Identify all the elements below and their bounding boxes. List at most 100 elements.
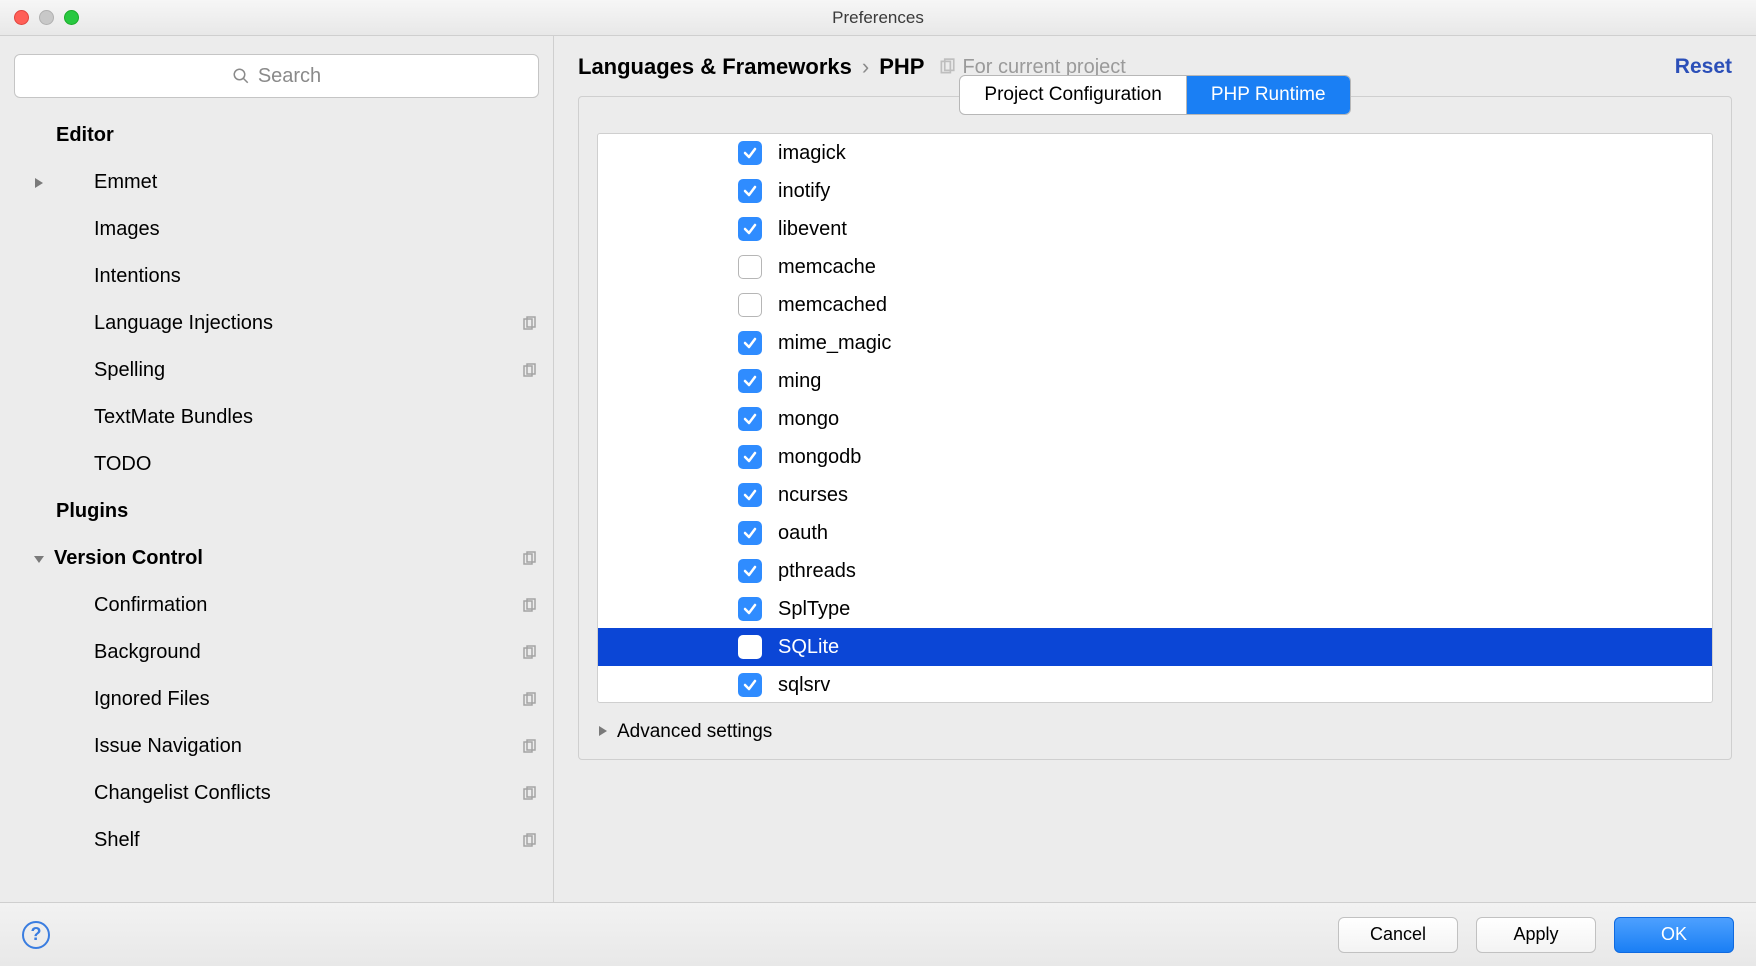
project-scope-icon xyxy=(521,316,537,332)
extension-row[interactable]: memcache xyxy=(598,248,1712,286)
checkbox[interactable] xyxy=(738,521,762,545)
checkbox[interactable] xyxy=(738,331,762,355)
extension-row[interactable]: inotify xyxy=(598,172,1712,210)
checkbox[interactable] xyxy=(738,293,762,317)
sidebar-header-version-control[interactable]: Version Control xyxy=(0,535,553,582)
advanced-settings-toggle[interactable]: Advanced settings xyxy=(579,715,1731,759)
footer: ? Cancel Apply OK xyxy=(0,902,1756,966)
checkbox[interactable] xyxy=(738,635,762,659)
extension-label: SQLite xyxy=(778,636,839,659)
extension-row[interactable]: mongodb xyxy=(598,438,1712,476)
extension-label: memcache xyxy=(778,256,876,279)
checkbox[interactable] xyxy=(738,255,762,279)
content-box: Project Configuration PHP Runtime imagic… xyxy=(578,96,1732,760)
project-scope-icon xyxy=(521,645,537,661)
extension-row[interactable]: SplType xyxy=(598,590,1712,628)
apply-button[interactable]: Apply xyxy=(1476,917,1596,953)
sidebar-item-label: Language Injections xyxy=(94,312,273,335)
project-scope-icon xyxy=(521,833,537,849)
sidebar-item-label: Version Control xyxy=(54,547,203,570)
sidebar-item-label: Ignored Files xyxy=(94,688,210,711)
extension-label: imagick xyxy=(778,142,846,165)
chevron-down-icon xyxy=(30,553,48,565)
extension-label: ming xyxy=(778,370,821,393)
sidebar-item-label: Emmet xyxy=(54,171,157,194)
project-scope-icon xyxy=(521,739,537,755)
sidebar-item-label: Changelist Conflicts xyxy=(94,782,271,805)
chevron-right-icon xyxy=(30,177,48,189)
extension-label: mongodb xyxy=(778,446,861,469)
checkbox[interactable] xyxy=(738,559,762,583)
extension-row[interactable]: memcached xyxy=(598,286,1712,324)
tab-php-runtime[interactable]: PHP Runtime xyxy=(1187,76,1350,114)
checkbox[interactable] xyxy=(738,673,762,697)
body-area: Search Editor Emmet Images Intentions La… xyxy=(0,36,1756,902)
sidebar-item-ignored-files[interactable]: Ignored Files xyxy=(0,676,553,723)
extension-row[interactable]: mime_magic xyxy=(598,324,1712,362)
extension-label: memcached xyxy=(778,294,887,317)
extension-row[interactable]: ming xyxy=(598,362,1712,400)
sidebar-item-intentions[interactable]: Intentions xyxy=(0,253,553,300)
sidebar-item-confirmation[interactable]: Confirmation xyxy=(0,582,553,629)
sidebar-item-issue-navigation[interactable]: Issue Navigation xyxy=(0,723,553,770)
extension-row[interactable]: ncurses xyxy=(598,476,1712,514)
sidebar-item-label: Spelling xyxy=(94,359,165,382)
extension-row[interactable]: pthreads xyxy=(598,552,1712,590)
main-panel: Languages & Frameworks › PHP For current… xyxy=(554,36,1756,902)
extension-row[interactable]: libevent xyxy=(598,210,1712,248)
chevron-right-icon xyxy=(597,721,609,743)
sidebar-item-images[interactable]: Images xyxy=(0,206,553,253)
extension-row[interactable]: oauth xyxy=(598,514,1712,552)
sidebar-item-label: Issue Navigation xyxy=(94,735,242,758)
extension-row[interactable]: mongo xyxy=(598,400,1712,438)
extension-row[interactable]: sqlsrv xyxy=(598,666,1712,703)
checkbox[interactable] xyxy=(738,445,762,469)
sidebar-item-label: TODO xyxy=(94,453,151,476)
sidebar-item-textmate-bundles[interactable]: TextMate Bundles xyxy=(0,394,553,441)
tab-segment: Project Configuration PHP Runtime xyxy=(959,75,1350,115)
extension-label: pthreads xyxy=(778,560,856,583)
sidebar-item-spelling[interactable]: Spelling xyxy=(0,347,553,394)
settings-tree: Editor Emmet Images Intentions Language … xyxy=(0,108,553,902)
project-scope-icon xyxy=(521,551,537,567)
checkbox[interactable] xyxy=(738,217,762,241)
checkbox[interactable] xyxy=(738,369,762,393)
sidebar-item-shelf[interactable]: Shelf xyxy=(0,817,553,864)
sidebar-item-label: Intentions xyxy=(94,265,181,288)
help-button[interactable]: ? xyxy=(22,921,50,949)
sidebar-item-label: Shelf xyxy=(94,829,140,852)
search-input[interactable]: Search xyxy=(14,54,539,98)
extension-row[interactable]: SQLite xyxy=(598,628,1712,666)
search-icon xyxy=(232,67,250,85)
ok-button[interactable]: OK xyxy=(1614,917,1734,953)
sidebar-item-label: Background xyxy=(94,641,201,664)
extension-label: libevent xyxy=(778,218,847,241)
sidebar-item-label: TextMate Bundles xyxy=(94,406,253,429)
project-scope-icon xyxy=(521,363,537,379)
project-scope-icon xyxy=(938,58,956,76)
checkbox[interactable] xyxy=(738,179,762,203)
extension-label: ncurses xyxy=(778,484,848,507)
checkbox[interactable] xyxy=(738,141,762,165)
checkbox[interactable] xyxy=(738,483,762,507)
extensions-list[interactable]: imagick inotify libevent memcache memcached m… xyxy=(597,133,1713,703)
checkbox[interactable] xyxy=(738,407,762,431)
extension-label: sqlsrv xyxy=(778,674,830,697)
project-scope-icon xyxy=(521,692,537,708)
sidebar-item-label: Confirmation xyxy=(94,594,207,617)
sidebar: Search Editor Emmet Images Intentions La… xyxy=(0,36,554,902)
checkbox[interactable] xyxy=(738,597,762,621)
tab-project-configuration[interactable]: Project Configuration xyxy=(960,76,1186,114)
sidebar-item-emmet[interactable]: Emmet xyxy=(0,159,553,206)
sidebar-item-language-injections[interactable]: Language Injections xyxy=(0,300,553,347)
sidebar-header-plugins[interactable]: Plugins xyxy=(0,488,553,535)
advanced-settings-label: Advanced settings xyxy=(617,721,772,743)
sidebar-item-background[interactable]: Background xyxy=(0,629,553,676)
extension-row[interactable]: imagick xyxy=(598,134,1712,172)
sidebar-header-editor[interactable]: Editor xyxy=(0,112,553,159)
extension-label: mongo xyxy=(778,408,839,431)
sidebar-item-changelist-conflicts[interactable]: Changelist Conflicts xyxy=(0,770,553,817)
extension-label: SplType xyxy=(778,598,850,621)
sidebar-item-todo[interactable]: TODO xyxy=(0,441,553,488)
cancel-button[interactable]: Cancel xyxy=(1338,917,1458,953)
